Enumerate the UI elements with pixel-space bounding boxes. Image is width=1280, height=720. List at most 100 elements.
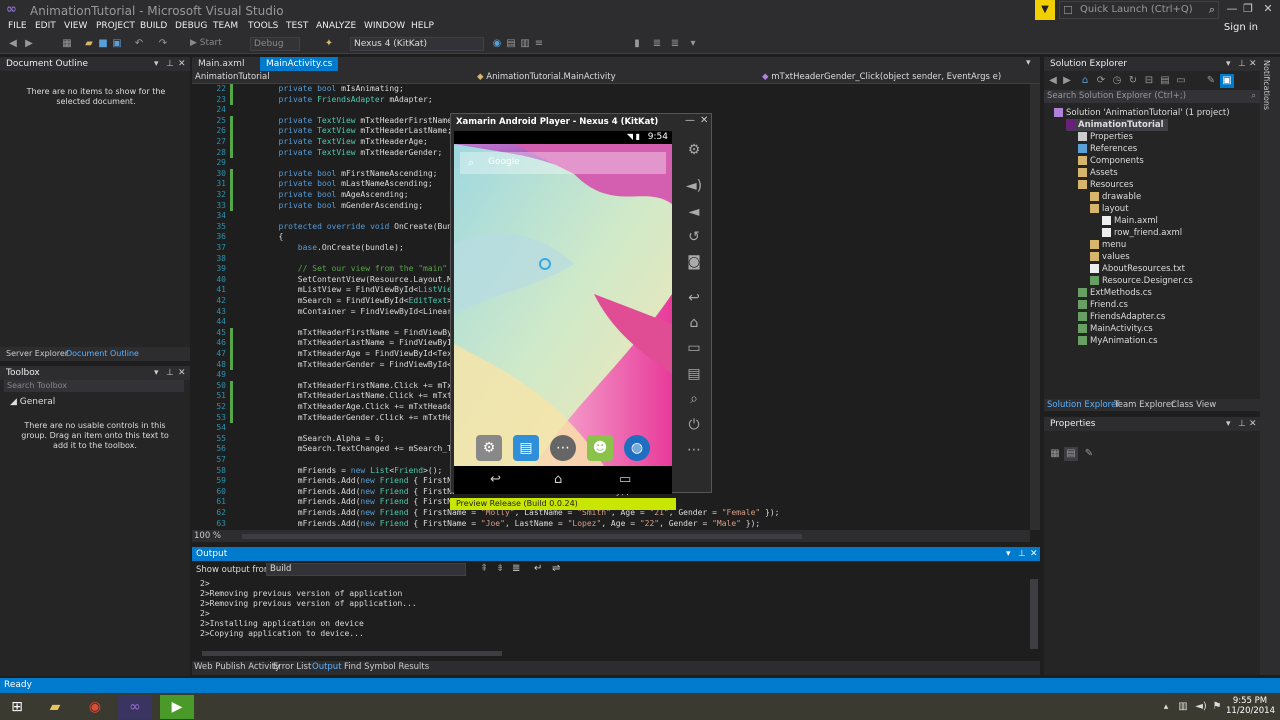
refresh-icon[interactable]: ↻: [1126, 74, 1140, 88]
project-combo[interactable]: AnimationTutorial: [195, 71, 465, 84]
tree-item[interactable]: Main.axml: [1102, 215, 1158, 227]
go-to-next-icon[interactable]: ⇟: [496, 563, 504, 574]
tab-web-publish-activity[interactable]: Web Publish Activity: [194, 662, 280, 672]
toolbox-search-input[interactable]: Search Toolbox: [4, 380, 184, 392]
back-icon[interactable]: ◀: [1046, 74, 1060, 88]
notifications-tab[interactable]: Notifications: [1262, 60, 1271, 110]
wallpaper[interactable]: ⌕ Google ⚙ ▤ ⋯ ☻ ◍: [454, 144, 672, 466]
undo-icon[interactable]: ↶: [132, 37, 146, 51]
settings-app-icon[interactable]: ⚙: [476, 435, 502, 461]
tree-item[interactable]: row_friend.axml: [1102, 227, 1182, 239]
tree-item[interactable]: values: [1090, 251, 1130, 263]
menu-window[interactable]: WINDOW: [364, 21, 405, 31]
uncomment-icon[interactable]: ≣: [668, 37, 682, 51]
back-icon[interactable]: ↩: [683, 288, 705, 308]
categorized-icon[interactable]: ▦: [1048, 447, 1062, 461]
camera-icon[interactable]: ◙: [683, 252, 705, 272]
pin-icon[interactable]: ▾: [1006, 547, 1011, 561]
tree-item[interactable]: Resource.Designer.cs: [1090, 275, 1193, 287]
app-drawer-icon[interactable]: ⋯: [550, 435, 576, 461]
tree-item[interactable]: Assets: [1078, 167, 1118, 179]
network-icon[interactable]: ▥: [1176, 695, 1190, 719]
settings-gear-icon[interactable]: ⚙: [683, 140, 705, 160]
properties-wrench-icon[interactable]: ✎: [1204, 74, 1218, 88]
recent-apps-icon[interactable]: ▭: [619, 472, 631, 487]
close-icon[interactable]: ✕: [1258, 0, 1278, 20]
home-icon[interactable]: ⌂: [1078, 74, 1092, 88]
property-pages-icon[interactable]: ✎: [1082, 447, 1096, 461]
collapse-all-icon[interactable]: ⊟: [1142, 74, 1156, 88]
toolbar-options-icon[interactable]: ▾: [686, 37, 700, 51]
open-folder-icon[interactable]: ▰: [82, 37, 96, 51]
close-icon[interactable]: ✕: [178, 57, 186, 71]
comment-icon[interactable]: ≣: [650, 37, 664, 51]
tab-mainactivity-cs[interactable]: MainActivity.cs ✕: [260, 57, 338, 83]
volume-down-icon[interactable]: ◄: [683, 202, 705, 222]
chrome-icon[interactable]: ◉: [78, 695, 112, 719]
home-icon[interactable]: ⌂: [683, 313, 705, 333]
menu-team[interactable]: TEAM: [213, 21, 238, 31]
xamarin-player-taskbar-icon[interactable]: ▶: [160, 695, 194, 719]
tray-clock[interactable]: 9:55 PM 11/20/2014: [1226, 696, 1275, 716]
toolbar-tool-icon[interactable]: ▥: [518, 37, 532, 51]
save-icon[interactable]: ■: [96, 37, 110, 51]
android-app-icon[interactable]: ☻: [587, 435, 613, 461]
minimize-icon[interactable]: —: [685, 115, 695, 126]
rotate-icon[interactable]: ↺: [683, 227, 705, 247]
forward-icon[interactable]: ▶: [22, 37, 36, 51]
pin-icon[interactable]: ▾: [154, 57, 159, 71]
menu-help[interactable]: HELP: [411, 21, 434, 31]
preview-icon[interactable]: ▭: [1174, 74, 1188, 88]
solution-explorer-search[interactable]: Search Solution Explorer (Ctrl+;) ⌕: [1044, 90, 1260, 103]
tree-item[interactable]: AnimationTutorial: [1066, 119, 1168, 131]
tab-solution-explorer[interactable]: Solution Explorer: [1047, 400, 1120, 410]
tree-item[interactable]: Solution 'AnimationTutorial' (1 project): [1054, 107, 1230, 119]
sync-icon[interactable]: ⟳: [1094, 74, 1108, 88]
action-center-icon[interactable]: ⚑: [1210, 695, 1224, 719]
tab-error-list[interactable]: Error List: [273, 662, 311, 672]
tab-output[interactable]: Output: [312, 662, 342, 672]
solution-configuration-select[interactable]: Debug: [250, 37, 300, 51]
volume-up-icon[interactable]: ◄): [683, 176, 705, 196]
tray-arrow-icon[interactable]: ▴: [1160, 695, 1172, 719]
menu-view[interactable]: VIEW: [64, 21, 87, 31]
menu-tools[interactable]: TOOLS: [248, 21, 278, 31]
browser-app-icon[interactable]: ◍: [624, 435, 650, 461]
type-combo[interactable]: ◆ AnimationTutorial.MainActivity: [477, 71, 747, 84]
quick-launch-input[interactable]: Quick Launch (Ctrl+Q): [1080, 4, 1193, 15]
visual-studio-taskbar-icon[interactable]: ∞: [118, 695, 152, 719]
show-all-files-icon[interactable]: ▤: [1158, 74, 1172, 88]
contacts-app-icon[interactable]: ▤: [513, 435, 539, 461]
power-icon[interactable]: ⏻: [683, 415, 705, 435]
tab-team-explorer[interactable]: Team Explorer: [1114, 400, 1175, 410]
menu-icon[interactable]: ▤: [683, 364, 705, 384]
output-source-select[interactable]: Build: [266, 563, 466, 576]
vertical-scrollbar[interactable]: [1030, 84, 1040, 530]
menu-project[interactable]: PROJECT: [96, 21, 135, 31]
close-icon[interactable]: ✕: [700, 115, 708, 126]
tree-item[interactable]: Properties: [1078, 131, 1133, 143]
close-icon[interactable]: ✕: [1030, 547, 1038, 561]
zoom-level[interactable]: 100 %: [194, 531, 221, 541]
recent-apps-icon[interactable]: ▭: [683, 338, 705, 358]
view-options-icon[interactable]: ▣: [1220, 74, 1234, 88]
tree-item[interactable]: MainActivity.cs: [1078, 323, 1153, 335]
search-icon[interactable]: ⌕: [1251, 90, 1256, 103]
pin-icon[interactable]: ▾: [1226, 417, 1231, 431]
close-icon[interactable]: ✕: [1249, 57, 1257, 71]
output-scrollbar[interactable]: [1030, 579, 1038, 649]
tree-item[interactable]: Components: [1078, 155, 1144, 167]
autohide-pin-icon[interactable]: ⊥: [166, 366, 174, 380]
tree-item[interactable]: ExtMethods.cs: [1078, 287, 1152, 299]
member-combo[interactable]: ◆ mTxtHeaderGender_Click(object sender, …: [762, 71, 1032, 84]
tab-document-outline[interactable]: Document Outline: [66, 349, 139, 358]
restore-icon[interactable]: ❐: [1238, 0, 1258, 20]
search-icon[interactable]: ⌕: [1209, 3, 1215, 17]
windows-start-icon[interactable]: ⊞: [0, 695, 34, 719]
forward-icon[interactable]: ▶: [1060, 74, 1074, 88]
tree-item[interactable]: layout: [1090, 203, 1129, 215]
volume-icon[interactable]: ◄): [1194, 695, 1208, 719]
menu-edit[interactable]: EDIT: [35, 21, 56, 31]
tree-item[interactable]: Resources: [1078, 179, 1133, 191]
google-search-bar[interactable]: ⌕ Google: [460, 152, 666, 174]
